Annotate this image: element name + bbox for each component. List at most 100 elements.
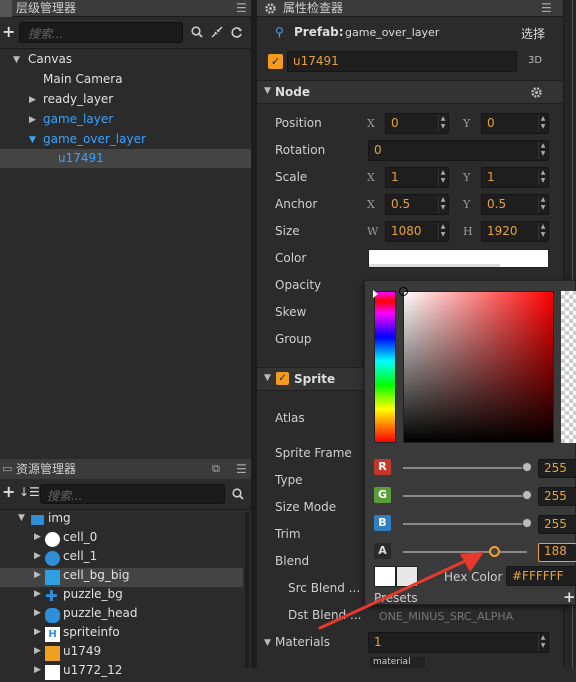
- tree-node-u17491-selected[interactable]: u17491: [0, 149, 251, 168]
- 3d-toggle-button[interactable]: 3D: [528, 55, 542, 66]
- asset-puzzle-bg[interactable]: ▶ ✚ puzzle_bg: [0, 587, 240, 606]
- collapsed-arrow-icon[interactable]: ▶: [34, 589, 41, 599]
- stepper-icon[interactable]: ▲ ▼: [438, 196, 447, 213]
- sprite-enabled-checkbox[interactable]: ✓: [276, 372, 289, 385]
- stepper-icon[interactable]: ▲ ▼: [438, 115, 447, 132]
- axis-h-label[interactable]: H: [463, 225, 473, 238]
- stepper-icon[interactable]: ▲ ▼: [438, 169, 447, 186]
- axis-x-label[interactable]: X: [367, 117, 375, 130]
- expand-arrow-icon[interactable]: ▼: [29, 135, 36, 145]
- anchor-y-input[interactable]: 0.5 ▲ ▼: [481, 194, 549, 215]
- menu-icon[interactable]: ☰: [541, 0, 552, 17]
- tree-node-canvas[interactable]: ▼ Canvas: [0, 52, 251, 72]
- asset-u1749[interactable]: ▶ u1749: [0, 644, 240, 663]
- sv-cursor-icon[interactable]: [399, 287, 408, 296]
- maximize-icon[interactable]: ⧉: [212, 459, 220, 479]
- collapsed-arrow-icon[interactable]: ▶: [29, 115, 36, 125]
- menu-icon[interactable]: ☰: [236, 459, 247, 479]
- stepper-icon[interactable]: ▲ ▼: [538, 169, 547, 186]
- stepper-icon[interactable]: ▲ ▼: [538, 142, 547, 159]
- stepper-icon[interactable]: ▲ ▼: [538, 115, 547, 132]
- hue-slider[interactable]: [373, 290, 396, 443]
- gear-icon[interactable]: [531, 87, 542, 98]
- stepper-icon[interactable]: ▲ ▼: [538, 634, 547, 651]
- axis-x-label[interactable]: X: [367, 198, 375, 211]
- alpha-preview[interactable]: [561, 291, 576, 443]
- green-channel-label: G: [374, 487, 391, 503]
- collapsed-arrow-icon[interactable]: ▶: [34, 646, 41, 656]
- axis-x-label[interactable]: X: [367, 171, 375, 184]
- axis-y-label[interactable]: Y: [463, 198, 470, 211]
- tree-node-game-layer[interactable]: ▶ game_layer: [0, 112, 251, 132]
- asset-u1772-12[interactable]: ▶ u1772_12: [0, 663, 240, 682]
- expand-arrow-icon[interactable]: ▼: [13, 55, 20, 65]
- search-icon[interactable]: [232, 488, 244, 500]
- collapsed-arrow-icon[interactable]: ▶: [34, 665, 41, 675]
- alpha-slider-handle[interactable]: [489, 546, 500, 557]
- add-node-button[interactable]: +: [2, 22, 15, 41]
- refresh-icon[interactable]: [231, 26, 243, 38]
- axis-w-label[interactable]: W: [367, 225, 378, 238]
- color-swatch[interactable]: [368, 249, 549, 268]
- node-section-header[interactable]: ▼ Node: [257, 80, 563, 104]
- red-slider-track[interactable]: [403, 467, 527, 469]
- size-width-input[interactable]: 1080 ▲ ▼: [385, 221, 449, 242]
- scale-y-input[interactable]: 1 ▲ ▼: [481, 167, 549, 188]
- stepper-icon[interactable]: ▲ ▼: [438, 223, 447, 240]
- collapsed-arrow-icon[interactable]: ▶: [34, 532, 41, 542]
- expand-arrow-icon[interactable]: ▼: [264, 373, 271, 383]
- rotation-input[interactable]: 0 ▲ ▼: [368, 140, 549, 161]
- scale-x-input[interactable]: 1 ▲ ▼: [385, 167, 449, 188]
- expand-arrow-icon[interactable]: ▼: [264, 86, 271, 96]
- add-preset-button[interactable]: +: [563, 588, 576, 606]
- menu-icon[interactable]: ☰: [236, 0, 247, 17]
- collapsed-arrow-icon[interactable]: ▶: [34, 627, 41, 637]
- stepper-icon[interactable]: ▲ ▼: [538, 196, 547, 213]
- collapsed-arrow-icon[interactable]: ▶: [34, 570, 41, 580]
- blue-value-input[interactable]: 255: [538, 515, 576, 534]
- hierarchy-search-input[interactable]: 搜索...: [19, 22, 183, 43]
- asset-folder-img[interactable]: ▼ img: [0, 511, 240, 530]
- blue-slider-handle[interactable]: [522, 518, 532, 528]
- collapsed-arrow-icon[interactable]: ▶: [34, 551, 41, 561]
- saturation-value-area[interactable]: [399, 287, 554, 443]
- asset-cell-0[interactable]: ▶ cell_0: [0, 530, 240, 549]
- tree-node-ready-layer[interactable]: ▶ ready_layer: [0, 92, 251, 112]
- green-slider-track[interactable]: [403, 495, 527, 497]
- material-tag[interactable]: material: [370, 657, 425, 668]
- node-name-input[interactable]: u17491: [287, 51, 517, 72]
- assets-scrollbar[interactable]: [245, 512, 249, 668]
- red-value-input[interactable]: 255: [538, 459, 576, 478]
- stepper-icon[interactable]: ▲ ▼: [538, 223, 547, 240]
- green-slider-handle[interactable]: [522, 490, 532, 500]
- asset-puzzle-head[interactable]: ▶ puzzle_head: [0, 606, 240, 625]
- asset-cell-1[interactable]: ▶ cell_1: [0, 549, 240, 568]
- tree-node-main-camera[interactable]: Main Camera: [0, 72, 251, 92]
- blue-slider-track[interactable]: [403, 523, 527, 525]
- alpha-value-input[interactable]: 188: [538, 543, 576, 562]
- collapsed-arrow-icon[interactable]: ▶: [29, 95, 36, 105]
- position-x-input[interactable]: 0 ▲ ▼: [385, 113, 449, 134]
- asset-cell-bg-big-selected[interactable]: ▶ cell_bg_big: [0, 568, 243, 587]
- active-checkbox[interactable]: ✓: [268, 54, 283, 69]
- search-icon[interactable]: [191, 26, 203, 38]
- size-height-input[interactable]: 1920 ▲ ▼: [481, 221, 549, 242]
- collapse-icon[interactable]: [211, 26, 223, 38]
- hex-color-input[interactable]: #FFFFFF: [506, 566, 576, 586]
- green-value-input[interactable]: 255: [538, 487, 576, 506]
- blue-channel-label: B: [374, 515, 391, 531]
- collapsed-arrow-icon[interactable]: ▶: [34, 608, 41, 618]
- hue-handle-icon[interactable]: [373, 290, 378, 298]
- add-asset-button[interactable]: +: [2, 482, 15, 501]
- anchor-x-input[interactable]: 0.5 ▲ ▼: [385, 194, 449, 215]
- asset-spriteinfo[interactable]: ▶ H spriteinfo: [0, 625, 240, 644]
- axis-y-label[interactable]: Y: [463, 117, 470, 130]
- assets-search-input[interactable]: 搜索...: [40, 484, 225, 504]
- axis-y-label[interactable]: Y: [463, 171, 470, 184]
- red-slider-handle[interactable]: [522, 462, 532, 472]
- expand-arrow-icon[interactable]: ▼: [18, 513, 25, 523]
- prefab-select-button[interactable]: 选择: [521, 25, 545, 42]
- sort-icon[interactable]: ↓☰: [19, 485, 40, 499]
- expand-arrow-icon[interactable]: ▼: [264, 638, 271, 648]
- position-y-input[interactable]: 0 ▲ ▼: [481, 113, 549, 134]
